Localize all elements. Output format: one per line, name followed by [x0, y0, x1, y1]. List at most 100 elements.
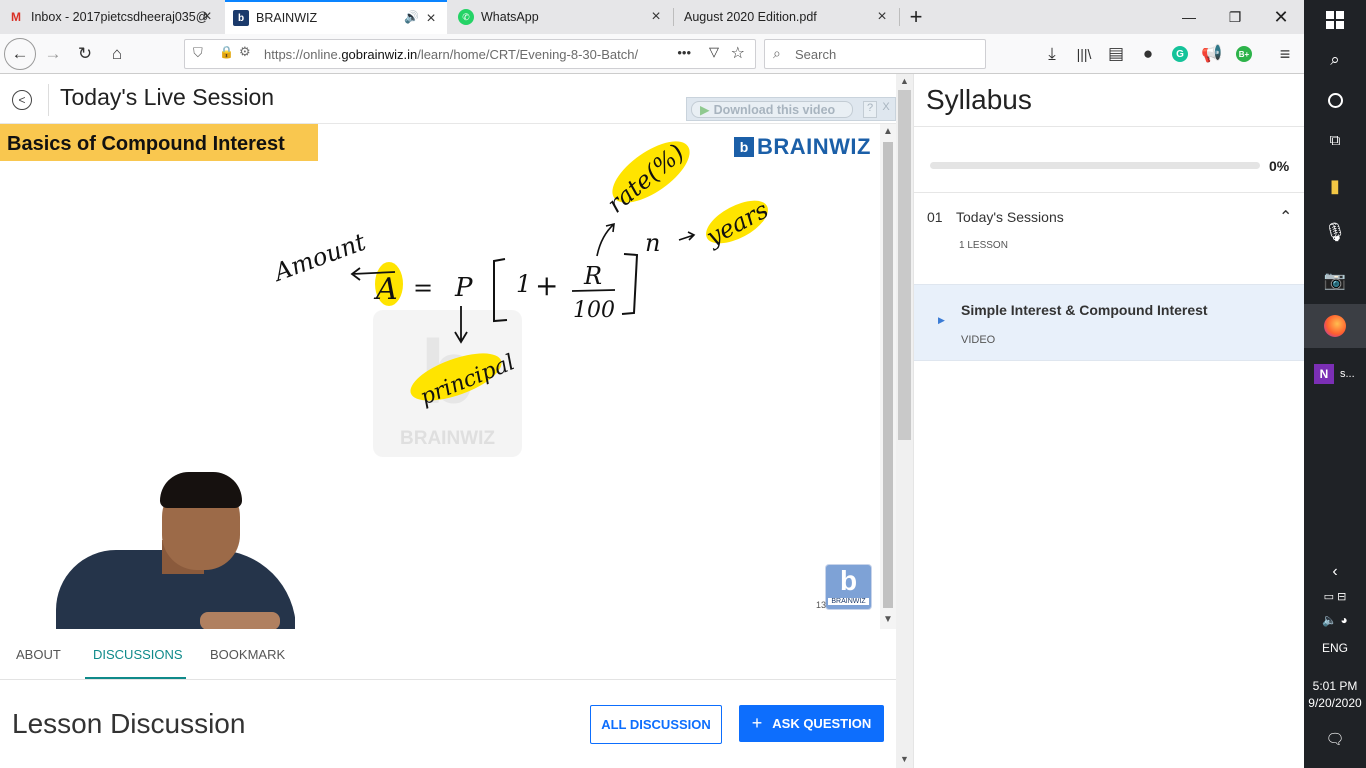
tab-whatsapp[interactable]: ✆ WhatsApp × [450, 0, 672, 34]
video-scrollbar[interactable]: ▲ ▼ [880, 124, 896, 629]
ask-question-button[interactable]: + ASK QUESTION [739, 705, 884, 742]
battery-network-icon[interactable]: ▭ ⊟ [1304, 586, 1366, 606]
firefox-taskbar-icon[interactable] [1304, 304, 1366, 348]
onenote-taskbar-icon[interactable]: N s... [1304, 356, 1366, 392]
tab-about[interactable]: ABOUT [16, 647, 61, 662]
tab-title: WhatsApp [481, 10, 539, 24]
account-icon[interactable]: ● [1133, 39, 1163, 69]
language-indicator[interactable]: ENG [1304, 638, 1366, 658]
tab-pdf[interactable]: August 2020 Edition.pdf × [676, 0, 898, 34]
notification-icon[interactable]: 🗨 [1304, 728, 1366, 750]
close-tab-icon[interactable]: × [874, 9, 890, 25]
menu-icon[interactable]: ≡ [1270, 39, 1300, 69]
windows-start-icon[interactable] [1304, 6, 1366, 34]
page-scroll-thumb[interactable] [898, 90, 911, 440]
onenote-icon: N [1314, 364, 1334, 384]
help-button[interactable]: ? [863, 101, 877, 118]
megaphone-icon[interactable]: 📢 [1197, 39, 1227, 69]
windows-taskbar: ⌕ ⧉ ▮ 🎙 📷 N s... ‹ ▭ ⊟ 🔈 ◕ ENG 5:01 PM 9… [1304, 0, 1366, 768]
right-bracket [621, 253, 639, 315]
voice-recorder-icon[interactable]: 🎙 [1304, 216, 1366, 248]
session-back-icon[interactable]: < [12, 90, 32, 110]
lesson-item[interactable]: ▶ Simple Interest & Compound Interest VI… [914, 284, 1305, 361]
formula-n: n [645, 229, 660, 257]
lesson-play-icon: ▶ [938, 315, 945, 325]
lesson-type: VIDEO [961, 334, 996, 346]
home-icon[interactable]: ⌂ [102, 39, 132, 69]
presenter-webcam [40, 470, 295, 629]
download-bar: ▶ Download this video ? X [686, 97, 896, 121]
chevron-left-icon[interactable]: ‹ [1304, 560, 1366, 584]
shield-icon[interactable]: ⛉ [193, 45, 203, 61]
scroll-up-icon[interactable]: ▲ [883, 126, 893, 137]
page-scroll-down-icon[interactable]: ▼ [900, 754, 909, 764]
corner-logo-b-icon: b [839, 565, 858, 596]
scroll-down-icon[interactable]: ▼ [883, 614, 893, 625]
library-icon[interactable]: |||\ [1069, 39, 1099, 69]
new-tab-icon[interactable]: + [893, 0, 939, 34]
all-discussion-label: ALL DISCUSSION [601, 717, 711, 732]
speaker-icon[interactable]: 🔊 [404, 10, 419, 24]
close-tab-icon[interactable]: × [648, 9, 664, 25]
tab-discussions[interactable]: DISCUSSIONS [85, 629, 186, 679]
extension-icon[interactable]: B+ [1229, 39, 1259, 69]
volume-icon[interactable]: 🔈 ◕ [1304, 610, 1366, 630]
minimize-icon[interactable]: — [1166, 0, 1212, 34]
back-icon[interactable]: ← [4, 38, 36, 70]
permissions-icon[interactable]: ⚙ [239, 44, 251, 60]
url-domain: gobrainwiz.in [341, 46, 418, 62]
url-bar[interactable]: ⛉ 🔒 ⚙ https://online.gobrainwiz.in/learn… [184, 39, 756, 69]
section-title: Today's Sessions [956, 209, 1064, 225]
whatsapp-icon: ✆ [458, 9, 474, 25]
tab-bookmark[interactable]: BOOKMARK [210, 647, 285, 662]
download-video-button[interactable]: ▶ Download this video [691, 101, 853, 118]
search-placeholder: Search [795, 46, 837, 62]
camera-icon[interactable]: 📷 [1304, 264, 1366, 296]
section-header[interactable]: 01 Today's Sessions 1 LESSON ⌃ [914, 193, 1305, 283]
lesson-title: Simple Interest & Compound Interest [961, 302, 1208, 318]
tab-brainwiz[interactable]: b BRAINWIZ 🔊 × [225, 0, 447, 34]
forward-icon[interactable]: → [38, 39, 68, 69]
restore-icon[interactable]: ❐ [1212, 0, 1258, 34]
close-window-icon[interactable]: ✕ [1258, 0, 1304, 34]
page-scrollbar[interactable]: ▲ ▼ [896, 74, 913, 768]
sidebar-icon[interactable]: ▤ [1101, 39, 1131, 69]
cortana-icon[interactable] [1304, 86, 1366, 114]
reload-icon[interactable]: ↻ [70, 39, 100, 69]
clock-date[interactable]: 9/20/2020 [1304, 695, 1366, 711]
section-lesson-count: 1 LESSON [959, 240, 1008, 251]
download-icon[interactable]: ⤓ [1037, 39, 1067, 69]
corner-number: 13 [816, 600, 827, 610]
search-taskbar-icon[interactable]: ⌕ [1304, 46, 1366, 74]
close-download-button[interactable]: X [879, 101, 893, 118]
search-field[interactable]: ⌕ Search [764, 39, 986, 69]
pocket-icon[interactable]: ▽ [709, 44, 719, 60]
header-divider [48, 84, 49, 116]
tab-bar: M Inbox - 2017pietcsdheeraj035@ × b BRAI… [0, 0, 1304, 34]
all-discussion-button[interactable]: ALL DISCUSSION [590, 705, 722, 744]
plus-icon: + [751, 713, 763, 733]
chevron-up-icon[interactable]: ⌃ [1279, 207, 1292, 227]
scroll-thumb[interactable] [883, 142, 893, 608]
tab-gmail[interactable]: M Inbox - 2017pietcsdheeraj035@ × [0, 0, 223, 34]
years-arrow [678, 231, 696, 241]
more-icon[interactable]: ••• [671, 45, 691, 60]
progress-track [930, 162, 1260, 169]
bookmark-star-icon[interactable]: ☆ [730, 43, 745, 63]
page-scroll-up-icon[interactable]: ▲ [900, 76, 909, 86]
url-prefix: https://online. [264, 46, 342, 62]
page-title: Today's Live Session [60, 84, 275, 110]
close-tab-icon[interactable]: × [423, 11, 439, 27]
tab-divider [673, 8, 674, 26]
left-bracket [493, 258, 508, 323]
lock-icon[interactable]: 🔒 [219, 45, 234, 59]
tab-discussions-label: DISCUSSIONS [93, 647, 183, 662]
section-number: 01 [927, 209, 943, 225]
file-explorer-icon[interactable]: ▮ [1304, 170, 1366, 202]
progress-percent: 0% [1269, 158, 1290, 174]
video-player[interactable]: Basics of Compound Interest b BRAINWIZ b… [0, 124, 880, 629]
clock-time[interactable]: 5:01 PM [1304, 678, 1366, 694]
close-tab-icon[interactable]: × [199, 9, 215, 25]
task-view-icon[interactable]: ⧉ [1304, 126, 1366, 154]
grammarly-icon[interactable]: G [1165, 39, 1195, 69]
